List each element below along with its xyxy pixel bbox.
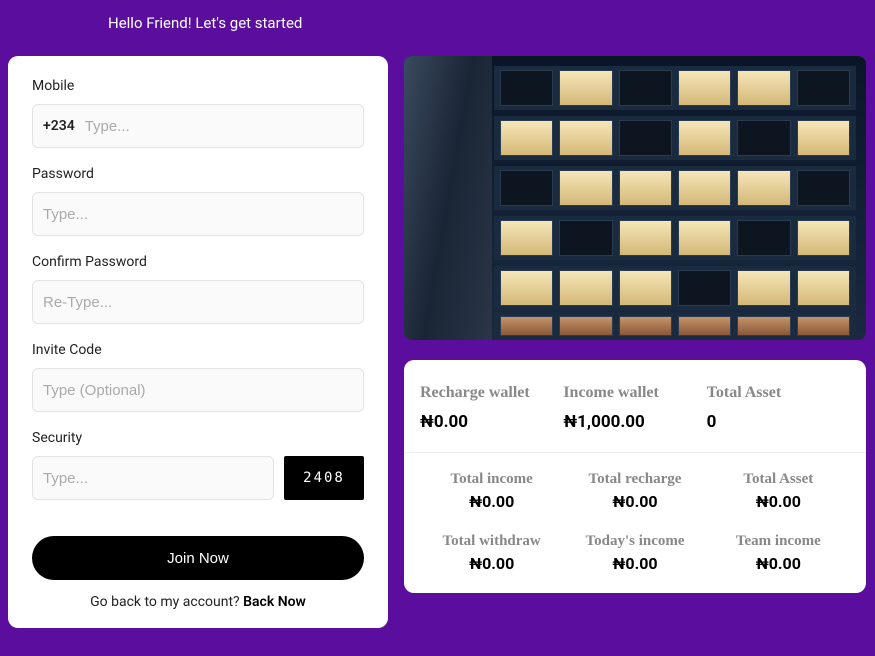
stat-label: Today's income [563,533,706,550]
income-wallet-value: ₦1,000.00 [563,412,706,432]
wallet-top-row: Recharge wallet ₦0.00 Income wallet ₦1,0… [404,360,866,453]
mobile-input[interactable] [85,105,353,147]
back-line: Go back to my account? Back Now [32,594,364,610]
mobile-group: Mobile +234 [32,78,364,148]
stat-todays-income: Today's income ₦0.00 [563,533,706,573]
captcha-image[interactable]: 2408 [284,456,364,500]
income-wallet-col: Income wallet ₦1,000.00 [563,384,706,432]
stat-total-recharge: Total recharge ₦0.00 [563,471,706,511]
security-input[interactable] [43,457,263,499]
password-input[interactable] [43,193,353,235]
mobile-prefix: +234 [43,118,75,134]
security-group: Security 2408 [32,430,364,500]
stat-label: Total recharge [563,471,706,488]
stat-label: Team income [707,533,850,550]
stat-value: ₦0.00 [420,554,563,573]
greeting-text: Hello Friend! Let's get started [108,14,302,32]
stat-value: ₦0.00 [563,554,706,573]
stat-label: Total withdraw [420,533,563,550]
total-asset-value: 0 [707,412,850,432]
security-label: Security [32,430,364,446]
stat-value: ₦0.00 [707,554,850,573]
stat-total-income: Total income ₦0.00 [420,471,563,511]
income-wallet-label: Income wallet [563,384,706,402]
mobile-input-wrap: +234 [32,104,364,148]
confirm-password-group: Confirm Password [32,254,364,324]
stat-total-withdraw: Total withdraw ₦0.00 [420,533,563,573]
stat-team-income: Team income ₦0.00 [707,533,850,573]
recharge-wallet-value: ₦0.00 [420,412,563,432]
total-asset-label: Total Asset [707,384,850,402]
wallet-card: Recharge wallet ₦0.00 Income wallet ₦1,0… [404,360,866,593]
stat-value: ₦0.00 [563,492,706,511]
invite-code-input-wrap [32,368,364,412]
recharge-wallet-col: Recharge wallet ₦0.00 [420,384,563,432]
join-now-button[interactable]: Join Now [32,536,364,580]
invite-code-label: Invite Code [32,342,364,358]
confirm-password-input[interactable] [43,281,353,323]
security-row: 2408 [32,456,364,500]
stat-total-asset: Total Asset ₦0.00 [707,471,850,511]
password-label: Password [32,166,364,182]
password-input-wrap [32,192,364,236]
stat-label: Total income [420,471,563,488]
invite-code-group: Invite Code [32,342,364,412]
password-group: Password [32,166,364,236]
confirm-password-label: Confirm Password [32,254,364,270]
recharge-wallet-label: Recharge wallet [420,384,563,402]
stat-value: ₦0.00 [707,492,850,511]
building-graphic [404,56,866,340]
wallet-stats-grid: Total income ₦0.00 Total recharge ₦0.00 … [404,453,866,593]
stat-label: Total Asset [707,471,850,488]
back-prompt: Go back to my account? [90,594,243,610]
stat-value: ₦0.00 [420,492,563,511]
signup-card: Mobile +234 Password Confirm Password In… [8,56,388,628]
invite-code-input[interactable] [43,369,353,411]
back-now-link[interactable]: Back Now [243,594,306,610]
mobile-label: Mobile [32,78,364,94]
confirm-password-input-wrap [32,280,364,324]
hero-image [404,56,866,340]
security-input-wrap [32,456,274,500]
total-asset-col: Total Asset 0 [707,384,850,432]
